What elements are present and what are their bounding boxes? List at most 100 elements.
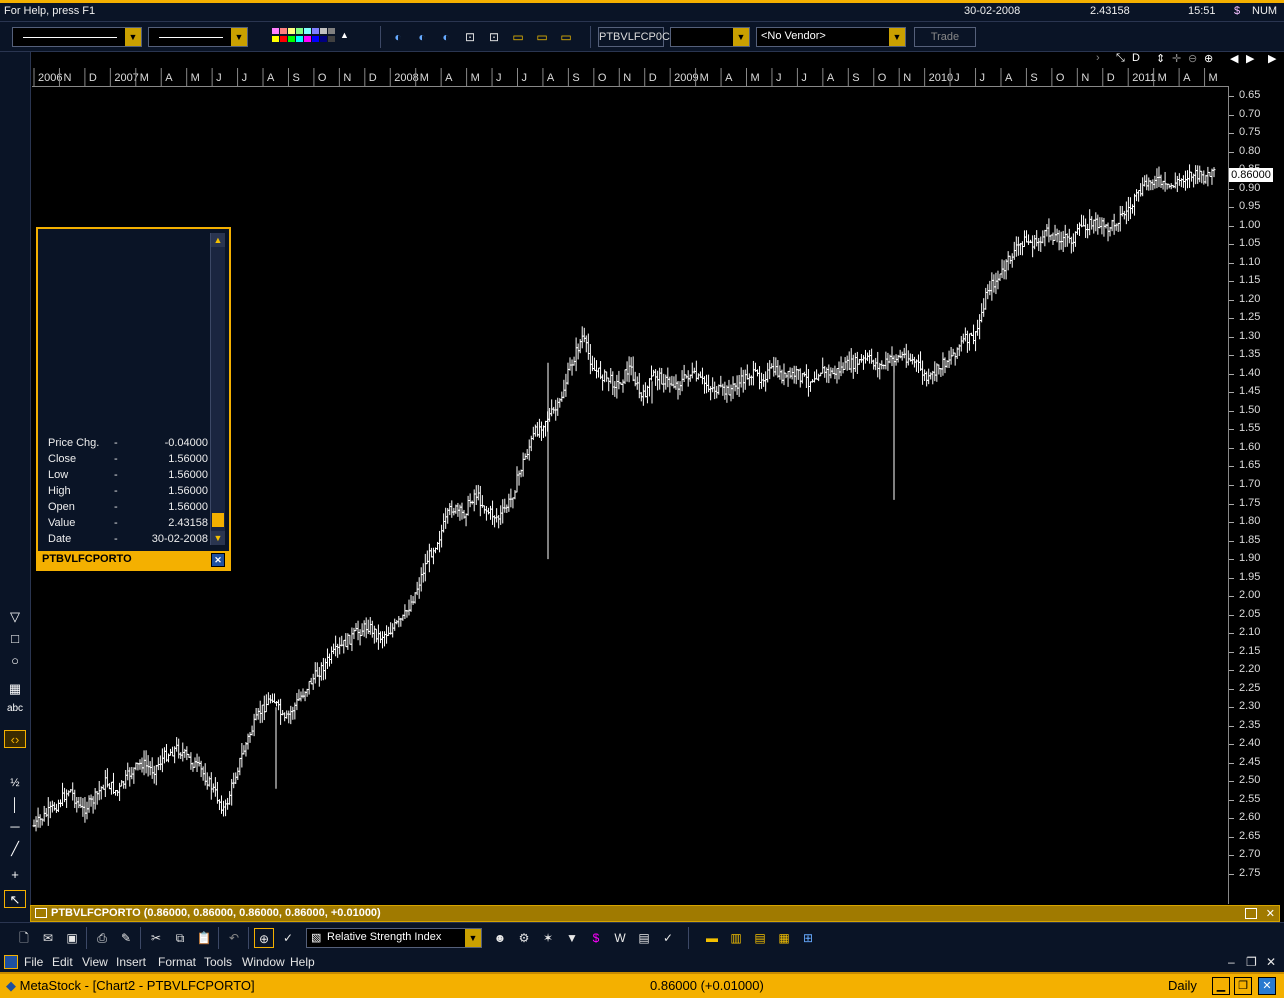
close-button[interactable]: ✕ (1258, 977, 1276, 995)
chart-icon[interactable]: ▤ (634, 928, 654, 948)
pointer-tool-icon[interactable]: ↖ (4, 890, 26, 908)
zoom-icon[interactable]: ⤡ (1116, 52, 1125, 65)
vertical-line-tool-icon[interactable]: │ (4, 796, 26, 814)
color-swatch[interactable] (320, 36, 327, 42)
menu-format[interactable]: Format (158, 955, 196, 969)
dollar-icon[interactable]: $ (586, 928, 606, 948)
scroll-right-icon[interactable]: › (1096, 52, 1100, 64)
color-swatch[interactable] (312, 36, 319, 42)
data-window-scrollbar[interactable]: ▲ ▼ (210, 233, 225, 545)
menu-edit[interactable]: Edit (52, 955, 73, 969)
inspect-icon[interactable]: ✓ (278, 928, 298, 948)
d-icon[interactable]: D (1132, 52, 1140, 64)
new-icon[interactable]: 🗋 (14, 928, 34, 948)
color-swatch[interactable] (304, 36, 311, 42)
menu-view[interactable]: View (82, 955, 108, 969)
close-icon[interactable]: ✕ (1266, 955, 1276, 969)
security-box[interactable]: PTBVLFCP0C (598, 27, 670, 47)
color-swatch[interactable] (296, 36, 303, 42)
color-swatch[interactable] (320, 28, 327, 34)
print-preview-icon[interactable]: ✎ (116, 928, 136, 948)
triangle-tool-icon[interactable]: ▽ (4, 608, 26, 626)
menu-tools[interactable]: Tools (204, 955, 232, 969)
menu-file[interactable]: File (24, 955, 43, 969)
chart-style-icon[interactable]: ◐ (388, 27, 408, 47)
undo-icon[interactable]: ↶ (224, 928, 244, 948)
color-swatch[interactable] (280, 28, 287, 34)
layout-icon[interactable]: ▭ (556, 27, 576, 47)
color-swatch[interactable] (280, 36, 287, 42)
explorer-icon[interactable]: ⚙ (514, 928, 534, 948)
wizard-icon[interactable]: W (610, 928, 630, 948)
color-swatch[interactable] (296, 28, 303, 34)
trendline-tool-icon[interactable]: ╱ (4, 840, 26, 858)
window-layout-icon[interactable]: ▬ (702, 928, 722, 948)
print-icon[interactable]: ⎙ (92, 928, 112, 948)
horizontal-line-tool-icon[interactable]: ─ (4, 818, 26, 836)
line-style-select[interactable]: ▼ (12, 27, 142, 47)
rectangle-tool-icon[interactable]: □ (4, 630, 26, 648)
layout-icon[interactable]: ▭ (532, 27, 552, 47)
tile-grid-icon[interactable]: ▦ (774, 928, 794, 948)
color-palette[interactable]: ▲ (270, 28, 354, 46)
indicator-select[interactable]: ▧ Relative Strength Index ▼ (306, 928, 482, 948)
system-tester-icon[interactable]: ✶ (538, 928, 558, 948)
close-icon[interactable]: ✕ (211, 553, 225, 567)
filter-icon[interactable]: ▼ (562, 928, 582, 948)
save-icon[interactable]: ▣ (62, 928, 82, 948)
menu-help[interactable]: Help (290, 955, 315, 969)
scroll-left-icon[interactable]: ◀ (1230, 52, 1238, 65)
scroll-up-icon[interactable]: ▲ (211, 233, 225, 247)
chart-style-icon[interactable]: ◐ (412, 27, 432, 47)
zoom-out-icon[interactable]: ⊖ (1188, 52, 1197, 65)
open-icon[interactable]: ✉ (38, 928, 58, 948)
paste-icon[interactable]: 📋 (194, 928, 214, 948)
text-tool[interactable]: abc (4, 700, 26, 718)
zoom-in-icon[interactable]: ⊕ (1204, 52, 1213, 65)
trade-button[interactable]: Trade (914, 27, 976, 47)
smart-chart-icon[interactable]: ✓ (658, 928, 678, 948)
app-icon[interactable] (4, 955, 18, 969)
scrollbar-thumb[interactable] (212, 513, 224, 527)
scroll-down-icon[interactable]: ▼ (211, 531, 225, 545)
copy-icon[interactable]: ⧉ (170, 928, 190, 948)
color-swatch[interactable] (272, 36, 279, 42)
layout-icon[interactable]: ▭ (508, 27, 528, 47)
crosshair-icon[interactable]: ✛ (1172, 52, 1181, 65)
minimize-button[interactable]: ▁ (1212, 977, 1230, 995)
scroll-right-icon[interactable]: ▶ (1246, 52, 1254, 65)
close-icon[interactable]: ✕ (1266, 907, 1275, 920)
color-swatch[interactable] (304, 28, 311, 34)
cycle-tool-icon[interactable]: ‹› (4, 730, 26, 748)
menu-window[interactable]: Window (242, 955, 285, 969)
snap-icon[interactable]: ⊡ (484, 27, 504, 47)
minimize-icon[interactable]: – (1228, 955, 1235, 969)
restore-icon[interactable] (1245, 908, 1257, 919)
tile-vertical-icon[interactable]: ▥ (726, 928, 746, 948)
color-swatch[interactable] (288, 36, 295, 42)
data-window[interactable]: Price Chg. - -0.04000 Close -1.56000 Low -1.… (36, 227, 231, 571)
expert-icon[interactable]: ☻ (490, 928, 510, 948)
updown-icon[interactable]: ⇕ (1156, 52, 1165, 65)
scroll-end-icon[interactable]: ▶ (1268, 52, 1276, 65)
chart-style-icon[interactable]: ◐ (436, 27, 456, 47)
crosshair-icon[interactable]: ⊕ (254, 928, 274, 948)
color-swatch[interactable] (272, 28, 279, 34)
cut-icon[interactable]: ✂ (146, 928, 166, 948)
crosshair-tool-icon[interactable]: + (4, 866, 26, 884)
fibonacci-tool-icon[interactable]: ½ (4, 774, 26, 792)
color-swatch[interactable] (328, 36, 335, 42)
vendor-select[interactable]: <No Vendor> ▼ (756, 27, 906, 47)
ellipse-tool-icon[interactable]: ○ (4, 652, 26, 670)
menu-insert[interactable]: Insert (116, 955, 146, 969)
color-swatch[interactable] (312, 28, 319, 34)
grid-tool-icon[interactable]: ▦ (4, 680, 26, 698)
snap-icon[interactable]: ⊡ (460, 27, 480, 47)
maximize-button[interactable]: ❐ (1234, 977, 1252, 995)
layout-icon[interactable]: ⊞ (798, 928, 818, 948)
palette-arrow-icon[interactable]: ▲ (340, 30, 349, 40)
color-swatch[interactable] (328, 28, 335, 34)
tile-horizontal-icon[interactable]: ▤ (750, 928, 770, 948)
restore-icon[interactable]: ❐ (1246, 955, 1257, 969)
color-swatch[interactable] (288, 28, 295, 34)
